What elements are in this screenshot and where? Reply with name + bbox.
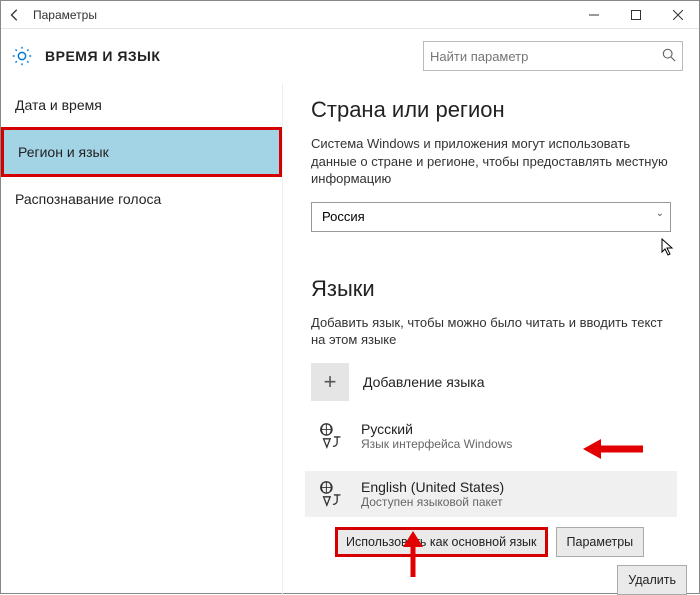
- language-options-button[interactable]: Параметры: [556, 527, 645, 557]
- search-box[interactable]: [423, 41, 683, 71]
- maximize-icon: [631, 10, 641, 20]
- sidebar-item-label: Регион и язык: [18, 144, 109, 160]
- language-sub: Язык интерфейса Windows: [361, 437, 512, 451]
- body: Дата и время Регион и язык Распознавание…: [1, 83, 699, 595]
- languages-desc: Добавить язык, чтобы можно было читать и…: [311, 314, 677, 349]
- search-input[interactable]: [430, 49, 662, 64]
- gear-icon: [11, 45, 33, 67]
- language-name: Русский: [361, 421, 512, 437]
- languages-heading: Языки: [311, 276, 677, 302]
- search-icon: [662, 48, 676, 65]
- back-button[interactable]: [1, 8, 29, 22]
- page-heading: ВРЕМЯ И ЯЗЫК: [45, 48, 423, 64]
- minimize-icon: [589, 10, 599, 20]
- country-dropdown[interactable]: Россия ⌄: [311, 202, 671, 232]
- arrow-left-icon: [8, 8, 22, 22]
- language-item-russian[interactable]: Русский Язык интерфейса Windows: [311, 413, 677, 459]
- language-icon: [317, 479, 347, 509]
- cursor-icon: [661, 238, 675, 260]
- titlebar: Параметры: [1, 1, 699, 29]
- minimize-button[interactable]: [573, 1, 615, 29]
- region-heading: Страна или регион: [311, 97, 677, 123]
- language-name: English (United States): [361, 479, 504, 495]
- set-default-button[interactable]: Использовать как основной язык: [335, 527, 548, 557]
- close-button[interactable]: [657, 1, 699, 29]
- sidebar-item-label: Распознавание голоса: [15, 191, 161, 207]
- sidebar: Дата и время Регион и язык Распознавание…: [1, 83, 283, 595]
- add-language-row[interactable]: + Добавление языка: [311, 363, 677, 401]
- plus-icon: +: [311, 363, 349, 401]
- content: Страна или регион Система Windows и прил…: [283, 83, 699, 595]
- country-value: Россия: [322, 209, 365, 224]
- sidebar-item-date-time[interactable]: Дата и время: [1, 83, 282, 127]
- language-icon: [317, 421, 347, 451]
- window-title: Параметры: [29, 8, 573, 22]
- chevron-down-icon: ⌄: [656, 208, 664, 219]
- sidebar-item-speech[interactable]: Распознавание голоса: [1, 177, 282, 221]
- language-sub: Доступен языковой пакет: [361, 495, 504, 509]
- language-buttons-2: Удалить: [335, 565, 687, 595]
- maximize-button[interactable]: [615, 1, 657, 29]
- add-language-label: Добавление языка: [363, 374, 485, 390]
- header: ВРЕМЯ И ЯЗЫК: [1, 29, 699, 83]
- remove-language-button[interactable]: Удалить: [617, 565, 687, 595]
- language-buttons: Использовать как основной язык Параметры: [335, 527, 699, 557]
- close-icon: [673, 10, 683, 20]
- region-desc: Система Windows и приложения могут испол…: [311, 135, 677, 188]
- sidebar-item-label: Дата и время: [15, 97, 102, 113]
- language-item-english[interactable]: English (United States) Доступен языково…: [305, 471, 677, 517]
- sidebar-item-region-language[interactable]: Регион и язык: [1, 127, 282, 177]
